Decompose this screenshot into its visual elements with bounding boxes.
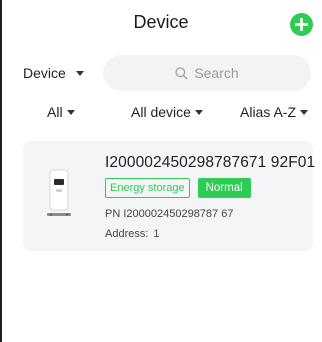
window-edge bbox=[0, 0, 2, 342]
page-title: Device bbox=[133, 12, 189, 32]
device-card[interactable]: I200002450298787671 92F01 Energy storage… bbox=[23, 141, 316, 251]
plus-icon bbox=[295, 18, 308, 31]
status-filter-dropdown[interactable]: All bbox=[47, 104, 75, 120]
device-pn: PN I200002450298787 67 bbox=[105, 208, 234, 220]
address-value: 1 bbox=[153, 228, 160, 240]
device-type-filter-label: All device bbox=[131, 104, 191, 120]
search-input[interactable]: Search bbox=[103, 55, 311, 91]
add-device-button[interactable] bbox=[290, 13, 313, 36]
device-type-filter-dropdown[interactable]: All device bbox=[131, 104, 203, 120]
app-header: Device bbox=[0, 0, 322, 44]
search-row: Device Search bbox=[0, 55, 322, 91]
caret-down-icon bbox=[66, 109, 75, 115]
status-filter-label: All bbox=[47, 104, 63, 120]
category-tag: Energy storage bbox=[105, 178, 190, 198]
search-scope-dropdown[interactable]: Device bbox=[23, 65, 84, 81]
caret-down-icon bbox=[300, 109, 309, 115]
caret-down-icon bbox=[194, 109, 203, 115]
status-badge: Normal bbox=[197, 178, 251, 198]
filter-bar: All All device Alias A-Z bbox=[0, 104, 322, 124]
device-tags: Energy storage Normal bbox=[105, 178, 251, 198]
caret-down-icon bbox=[75, 70, 84, 76]
search-placeholder: Search bbox=[194, 65, 239, 81]
sort-dropdown[interactable]: Alias A-Z bbox=[240, 104, 309, 120]
device-address: Address: 1 bbox=[105, 228, 160, 240]
address-label: Address: bbox=[105, 228, 149, 240]
search-icon bbox=[175, 66, 188, 80]
search-scope-label: Device bbox=[23, 65, 66, 81]
sort-label: Alias A-Z bbox=[240, 104, 297, 120]
inverter-device-icon bbox=[47, 169, 71, 216]
device-serial-number: I200002450298787671 92F01 bbox=[105, 154, 316, 171]
